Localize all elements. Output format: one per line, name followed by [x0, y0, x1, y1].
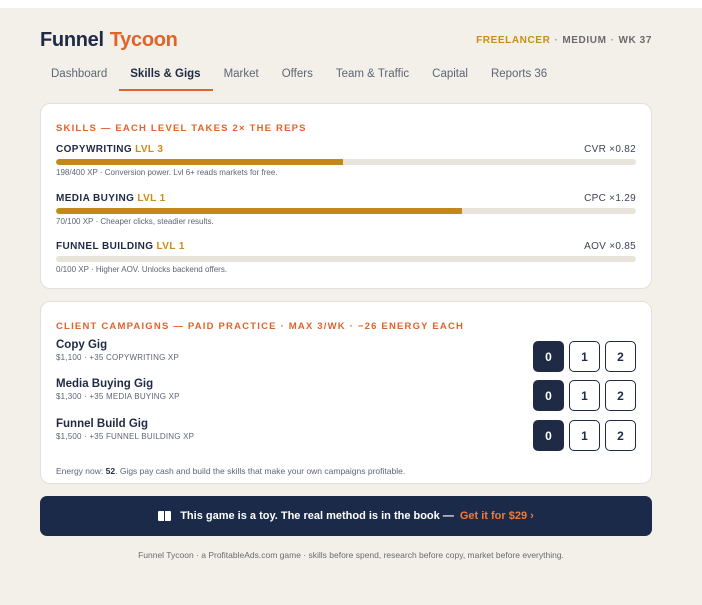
- skill-name: FUNNEL BUILDING: [56, 241, 154, 252]
- gigs-card: CLIENT CAMPAIGNS — PAID PRACTICE · MAX 3…: [40, 301, 652, 484]
- gig-count-selector: 0 1 2: [533, 420, 636, 451]
- tab-bar: Dashboard Skills & Gigs Market Offers Te…: [40, 64, 559, 92]
- skill-description: 70/100 XP · Cheaper clicks, steadier res…: [56, 217, 214, 226]
- skill-stat: CVR ×0.82: [584, 144, 636, 155]
- game-status: FREELANCER · MEDIUM · WK 37: [476, 35, 652, 46]
- gigs-section-title: CLIENT CAMPAIGNS — PAID PRACTICE · MAX 3…: [56, 321, 465, 332]
- gig-media-buying: Media Buying Gig $1,300 · +35 MEDIA BUYI…: [56, 378, 636, 412]
- gig-copy: Copy Gig $1,100 · +35 COPYWRITING XP 0 1…: [56, 339, 636, 373]
- status-week: WK 37: [618, 34, 652, 46]
- energy-description: . Gigs pay cash and build the skills tha…: [115, 466, 406, 476]
- skill-description: 0/100 XP · Higher AOV. Unlocks backend o…: [56, 265, 228, 274]
- tab-skills-gigs[interactable]: Skills & Gigs: [119, 64, 213, 91]
- gig-count-2-button[interactable]: 2: [605, 341, 636, 372]
- status-role: FREELANCER: [476, 34, 551, 46]
- book-icon: [158, 511, 172, 521]
- gig-count-1-button[interactable]: 1: [569, 380, 600, 411]
- gig-count-selector: 0 1 2: [533, 341, 636, 372]
- gig-count-0-button[interactable]: 0: [533, 420, 564, 451]
- tab-team-traffic[interactable]: Team & Traffic: [325, 64, 421, 89]
- skill-xp-fill: [56, 208, 462, 214]
- skill-stat: AOV ×0.85: [584, 241, 636, 252]
- gig-count-selector: 0 1 2: [533, 380, 636, 411]
- book-promo-banner[interactable]: This game is a toy. The real method is i…: [40, 496, 652, 536]
- app-page: Funnel Tycoon FREELANCER · MEDIUM · WK 37 Das…: [0, 8, 702, 605]
- energy-note: Energy now: 52. Gigs pay cash and build …: [56, 466, 405, 476]
- logo-word-1: Funnel: [40, 28, 104, 51]
- gig-count-1-button[interactable]: 1: [569, 420, 600, 451]
- tab-capital[interactable]: Capital: [421, 64, 480, 89]
- status-difficulty: MEDIUM: [562, 34, 607, 46]
- skills-card: SKILLS — EACH LEVEL TAKES 2× THE REPS CO…: [40, 103, 652, 289]
- footer-text: Funnel Tycoon · a ProfitableAds.com game…: [138, 550, 564, 560]
- gig-count-2-button[interactable]: 2: [605, 380, 636, 411]
- app-logo: Funnel Tycoon: [40, 29, 178, 52]
- tab-reports[interactable]: Reports 36: [480, 64, 559, 89]
- skill-name: MEDIA BUYING: [56, 193, 135, 204]
- tab-market[interactable]: Market: [213, 64, 271, 89]
- skill-funnel-building: FUNNEL BUILDING LVL 1 AOV ×0.85 0/100 XP …: [56, 241, 636, 274]
- energy-value: 52: [105, 466, 116, 476]
- header: Funnel Tycoon FREELANCER · MEDIUM · WK 37: [40, 26, 652, 54]
- skill-media-buying: MEDIA BUYING LVL 1 CPC ×1.29 70/100 XP · …: [56, 193, 636, 226]
- gig-count-2-button[interactable]: 2: [605, 420, 636, 451]
- skill-copywriting: COPYWRITING LVL 3 CVR ×0.82 198/400 XP · …: [56, 144, 636, 177]
- energy-label: Energy now:: [56, 466, 104, 476]
- skill-name: COPYWRITING: [56, 144, 133, 155]
- skills-section-title: SKILLS — EACH LEVEL TAKES 2× THE REPS: [56, 123, 307, 134]
- promo-cta-link[interactable]: Get it for $29 ›: [460, 510, 534, 522]
- tab-dashboard[interactable]: Dashboard: [40, 64, 119, 89]
- skill-level: LVL 1: [156, 241, 185, 252]
- skill-xp-bar: [56, 256, 636, 262]
- skill-description: 198/400 XP · Conversion power. Lvl 6+ re…: [56, 168, 278, 177]
- gig-count-0-button[interactable]: 0: [533, 341, 564, 372]
- status-separator: ·: [610, 34, 615, 46]
- status-separator: ·: [554, 34, 559, 46]
- gig-count-0-button[interactable]: 0: [533, 380, 564, 411]
- skill-level: LVL 1: [137, 193, 166, 204]
- logo-word-2: Tycoon: [109, 28, 178, 51]
- skill-level: LVL 3: [135, 144, 164, 155]
- gig-funnel-build: Funnel Build Gig $1,500 · +35 FUNNEL BUI…: [56, 418, 636, 452]
- skill-xp-fill: [56, 159, 344, 165]
- gig-count-1-button[interactable]: 1: [569, 341, 600, 372]
- promo-text: This game is a toy. The real method is i…: [180, 510, 454, 522]
- skill-xp-bar: [56, 159, 636, 165]
- skill-stat: CPC ×1.29: [584, 193, 636, 204]
- skill-xp-bar: [56, 208, 636, 214]
- tab-offers[interactable]: Offers: [271, 64, 325, 89]
